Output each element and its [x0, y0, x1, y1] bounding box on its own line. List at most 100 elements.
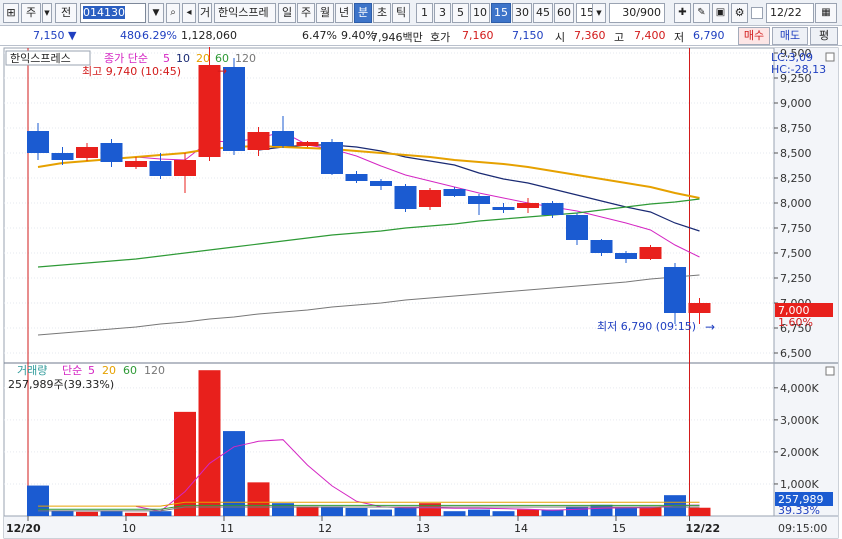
pane-menu-icon[interactable] [825, 52, 835, 62]
high-price: 7,400 [634, 29, 666, 42]
stock-code-input[interactable]: 014130 [80, 3, 146, 23]
date-checkbox[interactable] [751, 7, 763, 19]
draw-tool-icon[interactable]: ✎ [693, 3, 710, 23]
candle-body [443, 189, 466, 196]
low-label: 저 [674, 31, 685, 44]
minute-10[interactable]: 10 [470, 3, 490, 23]
volume-tick-label: 3,000K [780, 414, 819, 427]
price-tick-label: 7,500 [780, 247, 812, 260]
high-label: 고 [614, 31, 625, 44]
minute-30[interactable]: 30 [512, 3, 532, 23]
price-tick-label: 8,500 [780, 147, 812, 160]
interval-label: 일 [281, 6, 293, 19]
minute-3[interactable]: 3 [434, 3, 451, 23]
speaker-icon[interactable]: ◂ [182, 3, 196, 23]
search-icon[interactable]: ⌕ [166, 3, 180, 23]
interval-label: 틱 [395, 6, 407, 19]
candle-body [125, 161, 147, 167]
minute-45[interactable]: 45 [533, 3, 553, 23]
period-toggle[interactable]: 전 [55, 3, 77, 23]
volume-tick-label: 2,000K [780, 446, 819, 459]
time-tick-label: 10 [122, 522, 136, 535]
buy-label: 매수 [743, 29, 765, 42]
crosshair-icon[interactable]: ✚ [674, 3, 691, 23]
volume-bar [688, 507, 711, 516]
volume-bar [27, 485, 49, 516]
candle-body [223, 67, 245, 151]
volume-bar [590, 504, 613, 516]
candle-body [468, 196, 490, 204]
vol-legend-p5: 5 [88, 364, 95, 377]
legend-ma10: 10 [176, 52, 190, 65]
time-tick-label: 12/22 [686, 522, 721, 535]
minute-label: 3 [439, 6, 446, 19]
volume-bar [321, 506, 343, 516]
interval-minute[interactable]: 분 [354, 3, 372, 23]
candle-body [27, 131, 49, 153]
name-toggle[interactable]: 거 [198, 3, 212, 23]
hoga-label: 호가 [430, 31, 451, 44]
time-tick-label: 12/20 [6, 522, 41, 535]
candle-body [566, 215, 588, 240]
candle-body [590, 240, 613, 253]
open-label: 시 [555, 31, 566, 44]
eval-button[interactable]: 평 [810, 27, 838, 45]
calendar-icon[interactable]: ▦ [815, 3, 837, 23]
interval-second[interactable]: 초 [373, 3, 391, 23]
minute-60[interactable]: 60 [554, 3, 574, 23]
interval-month[interactable]: 월 [316, 3, 334, 23]
vol-pane-menu-icon[interactable] [825, 366, 835, 376]
trade-amount: 7,946백만 [371, 31, 423, 44]
save-icon[interactable]: ▣ [712, 3, 729, 23]
price-tick-label: 8,750 [780, 122, 812, 135]
volume-bar [149, 511, 172, 516]
interval-week[interactable]: 주 [297, 3, 315, 23]
date-input[interactable]: 12/22 [766, 3, 814, 23]
candle-body [321, 142, 343, 174]
legend-ma20: 20 [196, 52, 210, 65]
market-select[interactable]: 주 [21, 3, 41, 23]
high-arrow-icon: → [217, 64, 227, 78]
sell-button[interactable]: 매도 [772, 27, 808, 45]
volume-tick-label: 1,000K [780, 478, 819, 491]
candle-body [541, 203, 564, 215]
interval-day[interactable]: 일 [278, 3, 296, 23]
gear-icon[interactable]: ⚙ [731, 3, 748, 23]
interval-label: 분 [357, 6, 369, 19]
time-tick-label: 15 [612, 522, 626, 535]
candle-body [296, 142, 319, 146]
high-annotation: 최고 9,740 (10:45) [82, 65, 181, 78]
code-dropdown-icon[interactable]: ▼ [148, 3, 164, 23]
legend-ma5: 5 [163, 52, 170, 65]
legend-ma120: 120 [235, 52, 256, 65]
minute-15[interactable]: 15 [491, 3, 511, 23]
interval-year[interactable]: 년 [335, 3, 353, 23]
interval-tick[interactable]: 틱 [392, 3, 410, 23]
price-tick-label: 8,000 [780, 197, 812, 210]
candle-body [76, 147, 98, 158]
period-label: 전 [60, 6, 72, 19]
price-tick-label: 9,000 [780, 97, 812, 110]
volume-bar [492, 511, 515, 516]
minute-label: 60 [557, 6, 571, 19]
stock-name-field: 한익스프레 [214, 3, 276, 23]
count-input[interactable]: 30/900 [609, 3, 665, 23]
volume-bar [223, 431, 245, 516]
candle-body [51, 153, 74, 160]
minute-1[interactable]: 1 [416, 3, 433, 23]
market-dropdown-icon[interactable]: ▼ [42, 3, 52, 23]
eval-label: 평 [818, 29, 830, 42]
buy-button[interactable]: 매수 [738, 27, 770, 45]
quote-bar: 7,150 ▼ 480 -6.29% 1,128,060 6.47% 9.40%… [0, 26, 842, 46]
candle-body [492, 207, 515, 210]
chart-type-icon[interactable]: ⊞ [3, 3, 19, 23]
minute-5[interactable]: 5 [452, 3, 469, 23]
volume-bar [394, 507, 417, 516]
candle-body [615, 253, 637, 259]
low-arrow-icon: → [705, 320, 715, 334]
vol-legend-label: 거래량 [17, 364, 47, 377]
stock-chart[interactable]: 6,5006,7507,0007,2507,5007,7508,0008,250… [0, 47, 842, 539]
bid-price: 7,150 [512, 29, 544, 42]
stock-name: 한익스프레 [218, 6, 269, 19]
interval-dropdown-icon[interactable]: ▼ [592, 3, 606, 23]
